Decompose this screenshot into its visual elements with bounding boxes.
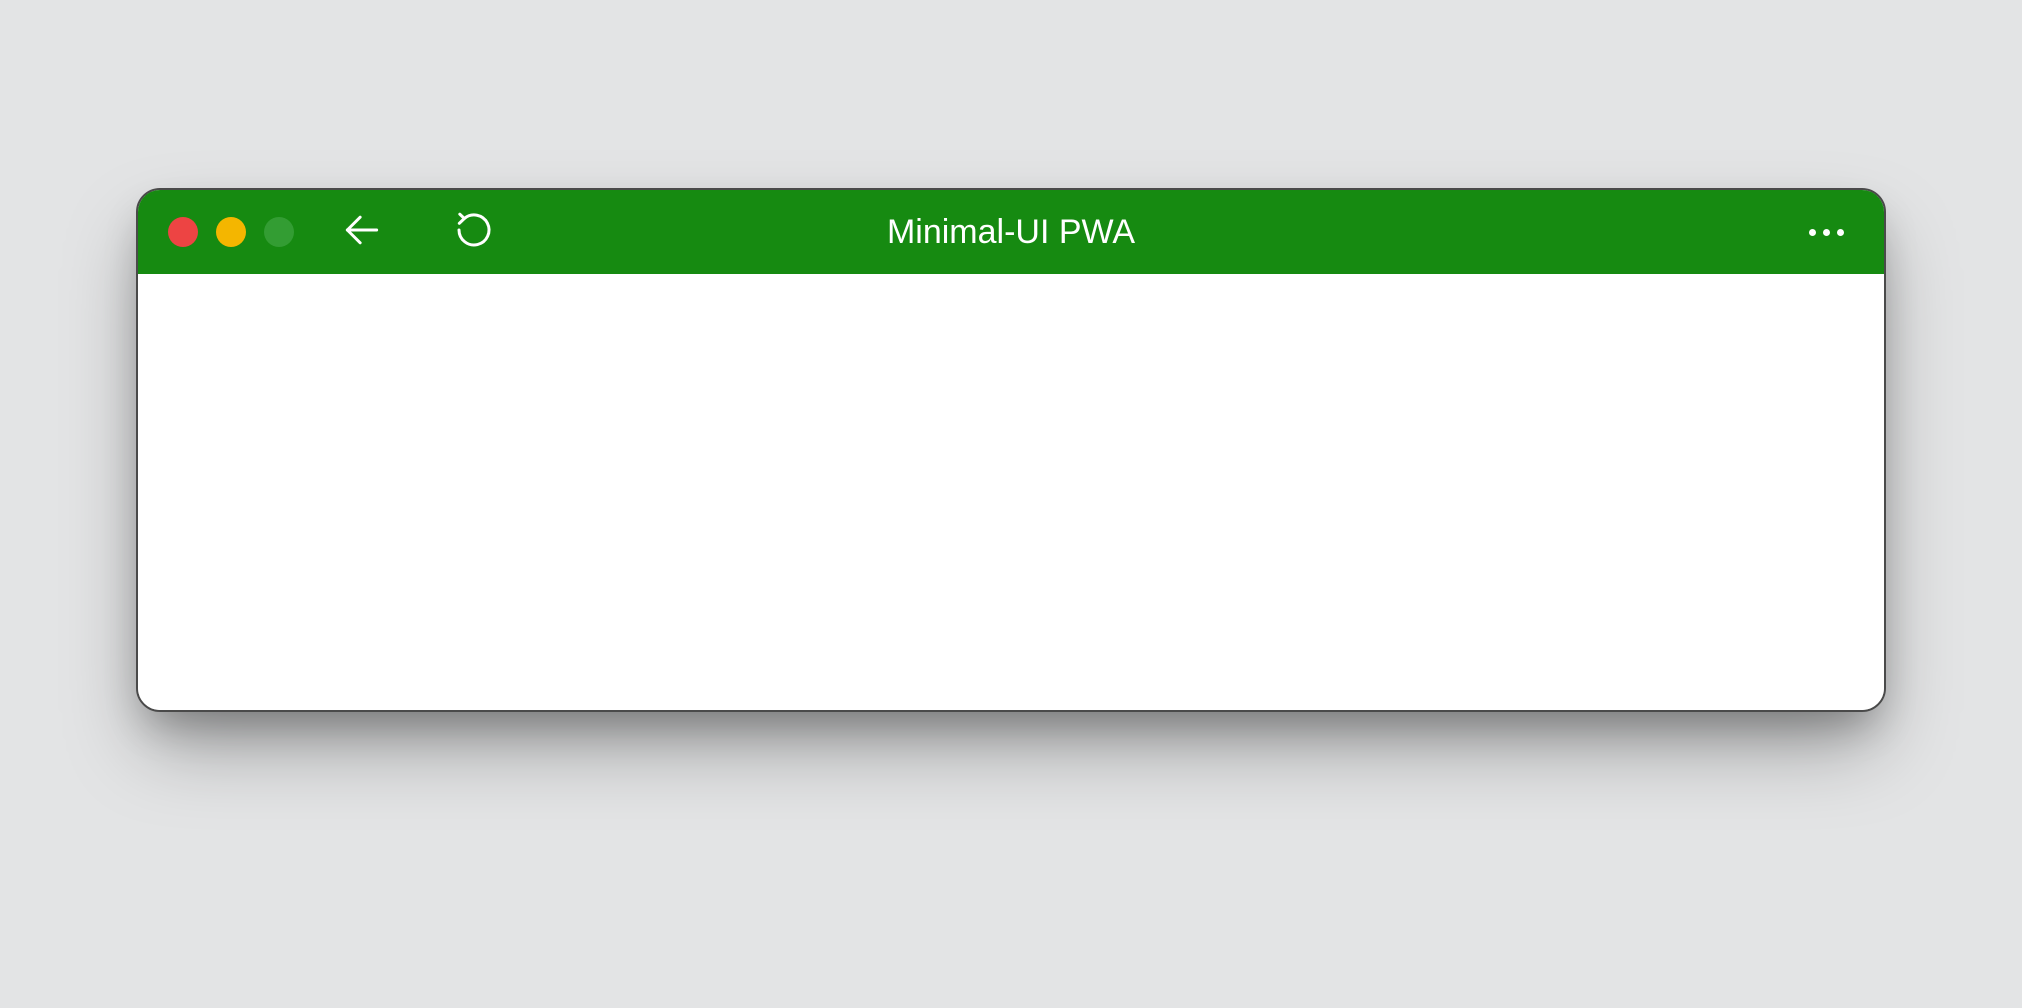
back-button[interactable]	[334, 204, 390, 260]
window-title: Minimal-UI PWA	[887, 213, 1135, 252]
minimize-button[interactable]	[216, 217, 246, 247]
content-area	[138, 274, 1884, 710]
window-controls	[168, 217, 294, 247]
more-icon	[1823, 229, 1830, 236]
titlebar: Minimal-UI PWA	[138, 190, 1884, 274]
reload-button[interactable]	[446, 204, 502, 260]
maximize-button[interactable]	[264, 217, 294, 247]
more-icon	[1809, 229, 1816, 236]
arrow-left-icon	[340, 208, 384, 257]
more-button[interactable]	[1798, 204, 1854, 260]
more-icon	[1837, 229, 1844, 236]
reload-icon	[454, 210, 494, 255]
close-button[interactable]	[168, 217, 198, 247]
app-window: Minimal-UI PWA	[136, 188, 1886, 712]
